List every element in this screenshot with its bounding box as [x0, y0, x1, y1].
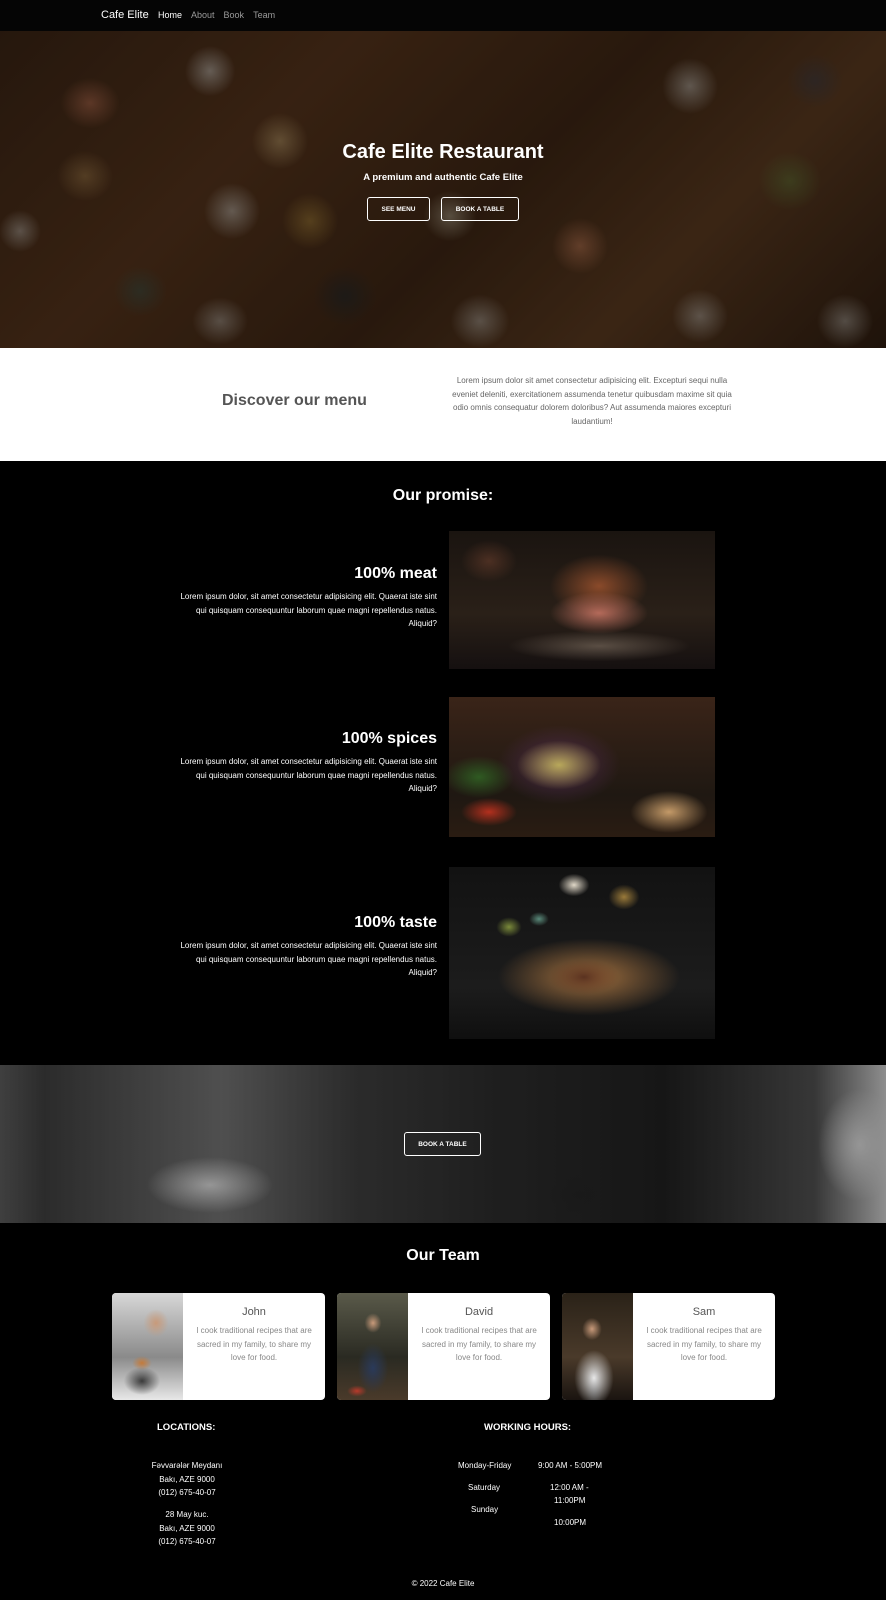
hours-day-sunday: Sunday — [471, 1505, 499, 1514]
team-photo-david — [337, 1293, 408, 1400]
team-card-sam: Sam I cook traditional recipes that are … — [562, 1293, 775, 1400]
team-name: Sam — [692, 1306, 716, 1318]
nav-link-about[interactable]: About — [191, 10, 215, 20]
discover-section: Discover our menu Lorem ipsum dolor sit … — [0, 348, 886, 461]
hero-section: Cafe Elite Restaurant A premium and auth… — [0, 31, 886, 348]
hero-buttons: SEE MENU BOOK A TABLE — [0, 197, 886, 221]
hours-day-weekdays: Monday-Friday — [458, 1461, 512, 1470]
banner-book-table-button[interactable]: BOOK A TABLE — [404, 1132, 481, 1156]
team-desc: I cook traditional recipes that are sacr… — [421, 1326, 537, 1362]
team-info: David I cook traditional recipes that ar… — [408, 1293, 550, 1400]
hero-subtitle: A premium and authentic Cafe Elite — [363, 172, 523, 183]
hero-book-table-button[interactable]: BOOK A TABLE — [441, 197, 519, 221]
location-phone: (012) 675-40-07 — [158, 1488, 216, 1497]
promise-heading: Our promise: — [392, 487, 494, 504]
brand-logo[interactable]: Cafe Elite — [101, 9, 149, 21]
team-info: John I cook traditional recipes that are… — [183, 1293, 325, 1400]
team-card-john: John I cook traditional recipes that are… — [112, 1293, 325, 1400]
hero-title: Cafe Elite Restaurant — [342, 141, 544, 163]
nav-link-book[interactable]: Book — [224, 10, 245, 20]
discover-text: Lorem ipsum dolor sit amet consectetur a… — [452, 376, 732, 426]
nav-link-home[interactable]: Home — [158, 10, 182, 20]
hours-time-weekdays: 9:00 AM - 5:00PM — [538, 1461, 603, 1470]
hero-content: Cafe Elite Restaurant A premium and auth… — [0, 141, 886, 221]
team-name: John — [242, 1306, 266, 1318]
copyright: © 2022 Cafe Elite — [411, 1579, 475, 1588]
team-heading: Our Team — [406, 1247, 480, 1264]
nav-links: Home About Book Team — [158, 10, 275, 20]
team-info: Sam I cook traditional recipes that are … — [633, 1293, 775, 1400]
spices-image — [449, 697, 715, 837]
location-2: 28 May kuc. Bakı, AZE 9000 (012) 675-40-… — [87, 1508, 287, 1549]
feature-text-spices: Lorem ipsum dolor, sit amet consectetur … — [180, 757, 437, 793]
location-address: 28 May kuc. — [165, 1510, 209, 1519]
team-card-david: David I cook traditional recipes that ar… — [337, 1293, 550, 1400]
team-photo-sam — [562, 1293, 633, 1400]
feature-title-meat: 100% meat — [354, 565, 437, 582]
see-menu-button[interactable]: SEE MENU — [367, 197, 430, 221]
location-phone: (012) 675-40-07 — [158, 1537, 216, 1546]
hours-time-saturday-start: 12:00 AM - — [550, 1483, 589, 1492]
team-name: David — [464, 1306, 494, 1318]
taste-image — [449, 867, 715, 1039]
team-desc: I cook traditional recipes that are sacr… — [196, 1326, 312, 1362]
team-photo-john — [112, 1293, 183, 1400]
location-city: Bakı, AZE 9000 — [159, 1474, 215, 1484]
meat-image — [449, 531, 715, 669]
hours-heading: WORKING HOURS: — [484, 1422, 572, 1433]
location-1: Fəvvarələr Meydanı Bakı, AZE 9000 (012) … — [87, 1459, 287, 1500]
feature-title-spices: 100% spices — [341, 730, 437, 747]
hours-time-sunday: 10:00PM — [554, 1518, 587, 1527]
locations-heading: LOCATIONS: — [157, 1422, 216, 1433]
hours-time-saturday-end: 11:00PM — [554, 1496, 586, 1505]
feature-title-taste: 100% taste — [354, 914, 437, 931]
team-desc: I cook traditional recipes that are sacr… — [646, 1326, 762, 1362]
hours-day-saturday: Saturday — [468, 1483, 501, 1492]
discover-title: Discover our menu — [222, 392, 367, 409]
feature-text-meat: Lorem ipsum dolor, sit amet consectetur … — [180, 592, 437, 628]
navbar: Cafe Elite Home About Book Team — [0, 0, 886, 31]
feature-text-taste: Lorem ipsum dolor, sit amet consectetur … — [180, 941, 437, 977]
location-city: Bakı, AZE 9000 — [159, 1523, 215, 1533]
location-address: Fəvvarələr Meydanı — [151, 1461, 223, 1470]
nav-link-team[interactable]: Team — [253, 10, 275, 20]
